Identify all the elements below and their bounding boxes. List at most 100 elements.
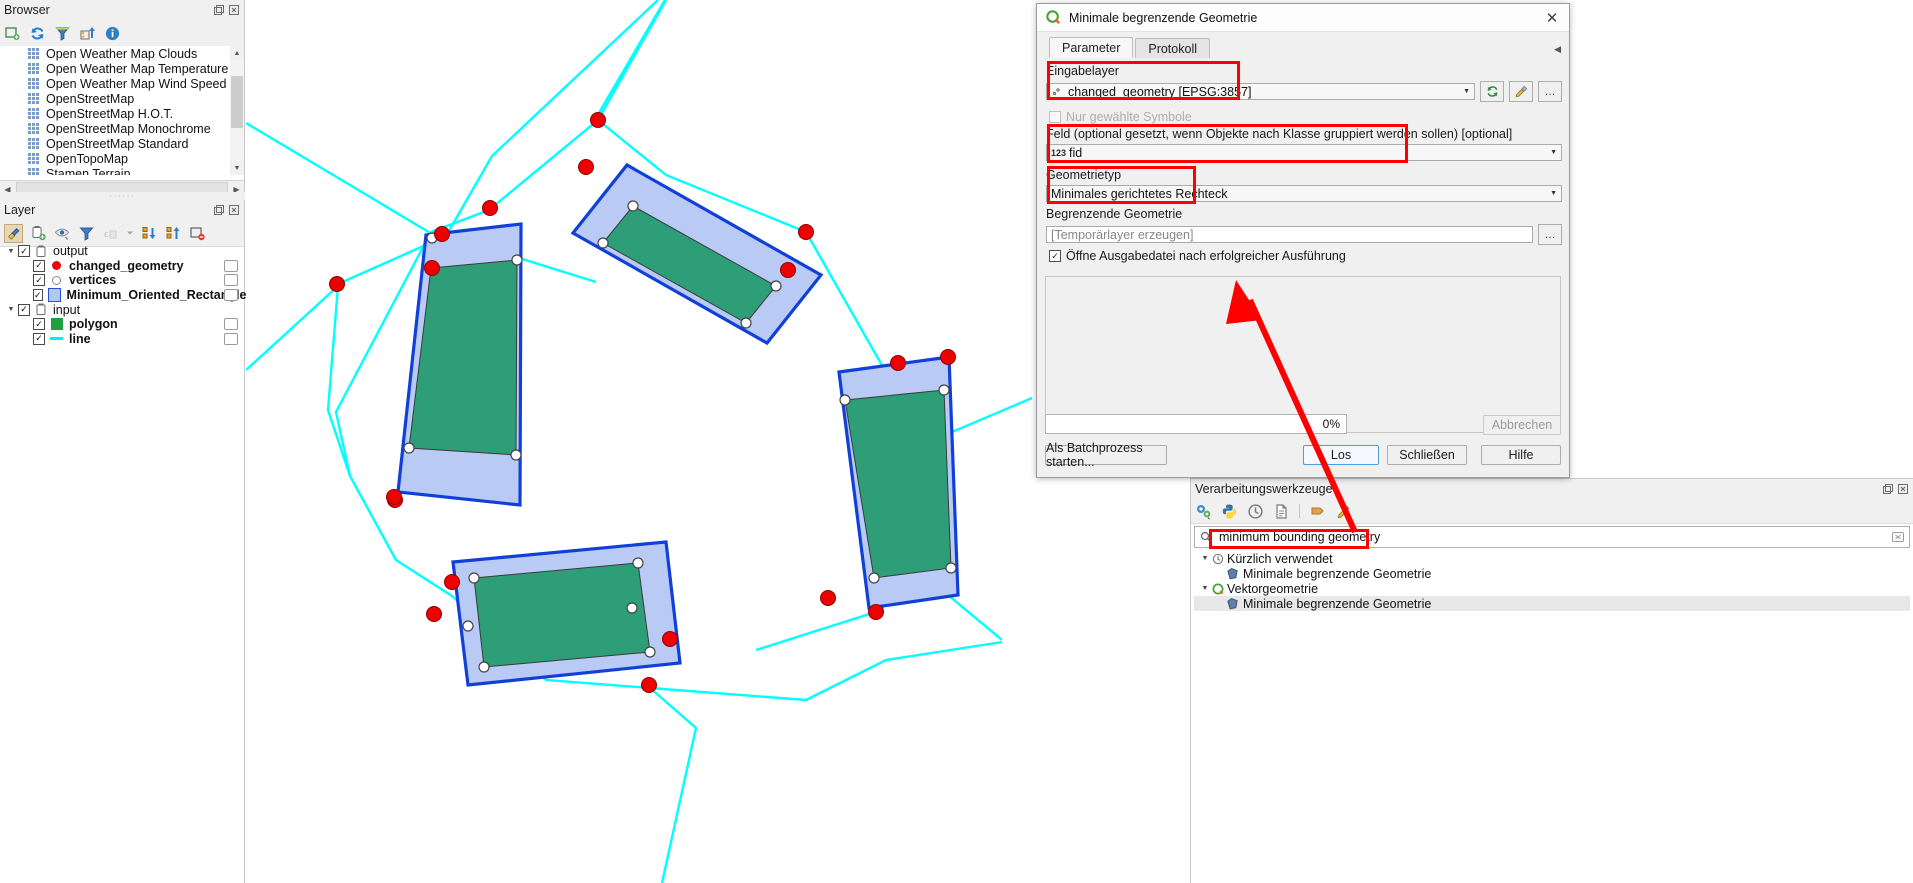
geometry-type-section: Geometrietyp Minimales gerichtetes Recht…	[1046, 168, 1562, 202]
chevron-down-icon[interactable]: ▼	[1198, 585, 1212, 592]
run-as-batch-button[interactable]: Als Batchprozess starten...	[1045, 441, 1167, 469]
open-output-row[interactable]: ✓ Öffne Ausgabedatei nach erfolgreicher …	[1049, 249, 1346, 263]
browser-item[interactable]: Stamen Terrain	[0, 166, 244, 175]
refresh-icon[interactable]	[29, 25, 46, 42]
run-button[interactable]: Los	[1303, 445, 1379, 465]
layer-edit-column	[224, 244, 238, 346]
layer-label: polygon	[69, 317, 118, 332]
layer-checkbox[interactable]: ✓	[33, 289, 43, 302]
edit-toggle-icon[interactable]	[224, 318, 238, 331]
layer-item-changed-geometry[interactable]: ✓ changed_geometry	[0, 259, 244, 274]
output-path-input[interactable]: [Temporärlayer erzeugen]	[1046, 226, 1533, 243]
browser-item[interactable]: OpenStreetMap	[0, 91, 244, 106]
edit-toggle-icon[interactable]	[224, 274, 238, 287]
layer-checkbox[interactable]: ✓	[33, 259, 45, 272]
chevron-down-icon[interactable]	[126, 225, 134, 242]
input-layer-combo[interactable]: changed_geometry [EPSG:3857] ▼	[1046, 83, 1475, 100]
layer-checkbox[interactable]: ✓	[33, 332, 45, 345]
panel-splitter[interactable]: ······	[0, 192, 245, 200]
collapse-all-icon[interactable]	[165, 225, 182, 242]
filter-legend-icon[interactable]	[78, 225, 95, 242]
clear-search-icon[interactable]	[1891, 530, 1905, 544]
layer-checkbox[interactable]: ✓	[33, 274, 45, 287]
advanced-options-icon[interactable]	[1509, 81, 1533, 102]
manage-visibility-icon[interactable]	[54, 225, 71, 242]
edit-toggle-icon[interactable]	[224, 259, 238, 272]
expand-all-icon[interactable]	[141, 225, 158, 242]
new-collection-icon[interactable]	[4, 25, 21, 42]
chevron-down-icon[interactable]: ▼	[1550, 149, 1557, 156]
processing-close-button[interactable]	[1897, 483, 1909, 495]
python-icon[interactable]	[1221, 503, 1238, 520]
browser-item[interactable]: Open Weather Map Clouds	[0, 46, 244, 61]
browser-item[interactable]: OpenStreetMap Standard	[0, 136, 244, 151]
models-icon[interactable]	[1195, 503, 1212, 520]
chevron-down-icon[interactable]: ▼	[1198, 555, 1212, 562]
processing-algorithm-item-selected[interactable]: Minimale begrenzende Geometrie	[1194, 596, 1910, 611]
processing-tree[interactable]: ▼ Kürzlich verwendet Minimale begrenzend…	[1194, 551, 1910, 611]
layer-checkbox[interactable]: ✓	[18, 245, 30, 258]
styling-panel-icon[interactable]	[4, 223, 23, 243]
chevron-down-icon[interactable]: ▼	[1463, 88, 1470, 95]
tab-parameter[interactable]: Parameter	[1049, 37, 1134, 58]
layer-item-minimum-oriented-rectangle[interactable]: ✓ Minimum_Oriented_Rectangle	[0, 288, 246, 303]
field-combo[interactable]: 123 fid ▼	[1046, 144, 1562, 161]
info-icon[interactable]	[104, 25, 121, 42]
close-icon[interactable]: ✕	[1539, 6, 1565, 30]
processing-group-recent[interactable]: ▼ Kürzlich verwendet	[1194, 551, 1910, 566]
processing-algorithm-item[interactable]: Minimale begrenzende Geometrie	[1194, 566, 1910, 581]
filter-icon[interactable]	[54, 25, 71, 42]
layer-float-button[interactable]	[213, 204, 225, 216]
add-layer-icon[interactable]	[79, 25, 96, 42]
edit-toggle-icon[interactable]	[224, 332, 238, 345]
layer-group-output[interactable]: ▼ ✓ output	[0, 244, 244, 259]
browser-item-label: OpenTopoMap	[46, 151, 129, 166]
history-icon[interactable]	[1247, 503, 1264, 520]
processing-group-vectorgeometry[interactable]: ▼ Vektorgeometrie	[1194, 581, 1910, 596]
results-icon[interactable]	[1273, 503, 1290, 520]
add-group-icon[interactable]	[30, 225, 47, 242]
processing-float-button[interactable]	[1882, 483, 1894, 495]
history-icon	[1212, 553, 1227, 565]
options-icon[interactable]	[1335, 503, 1352, 520]
xyz-tiles-icon	[28, 63, 41, 74]
edit-icon[interactable]	[1309, 503, 1326, 520]
help-button[interactable]: Hilfe	[1481, 445, 1561, 465]
browser-item[interactable]: OpenStreetMap H.O.T.	[0, 106, 244, 121]
collapse-panel-icon[interactable]: ◀	[1554, 44, 1561, 55]
refresh-layer-icon[interactable]	[1480, 81, 1504, 102]
open-output-checkbox[interactable]: ✓	[1049, 250, 1061, 262]
edit-toggle-icon[interactable]	[224, 289, 238, 302]
progress-bar: 0%	[1045, 414, 1347, 434]
scroll-down-icon[interactable]: ▼	[230, 161, 244, 175]
browser-close-button[interactable]	[228, 4, 240, 16]
scroll-thumb[interactable]	[231, 76, 243, 128]
layer-checkbox[interactable]: ✓	[33, 318, 45, 331]
tab-protokoll[interactable]: Protokoll	[1135, 38, 1210, 58]
processing-search-box[interactable]	[1194, 526, 1910, 548]
browse-ellipsis-icon[interactable]: …	[1538, 81, 1562, 102]
layer-close-button[interactable]	[228, 204, 240, 216]
layer-checkbox[interactable]: ✓	[18, 303, 30, 316]
layer-item-polygon[interactable]: ✓ polygon	[0, 317, 244, 332]
geometry-type-combo[interactable]: Minimales gerichtetes Rechteck ▼	[1046, 185, 1562, 202]
chevron-down-icon[interactable]: ▼	[1550, 190, 1557, 197]
scroll-up-icon[interactable]: ▲	[230, 46, 244, 60]
browse-output-button[interactable]: …	[1538, 224, 1562, 245]
close-button[interactable]: Schließen	[1387, 445, 1467, 465]
browser-item[interactable]: OpenTopoMap	[0, 151, 244, 166]
layer-tree[interactable]: ▼ ✓ output ✓ changed_geometry ✓ vertices…	[0, 244, 247, 347]
chevron-down-icon[interactable]: ▼	[4, 248, 18, 255]
remove-layer-icon[interactable]	[189, 225, 206, 242]
chevron-down-icon[interactable]: ▼	[4, 306, 18, 313]
browser-item[interactable]: Open Weather Map Temperature	[0, 61, 244, 76]
browser-float-button[interactable]	[213, 4, 225, 16]
layer-item-line[interactable]: ✓ line	[0, 332, 244, 347]
layer-item-vertices[interactable]: ✓ vertices	[0, 273, 244, 288]
browser-item[interactable]: OpenStreetMap Monochrome	[0, 121, 244, 136]
search-input[interactable]	[1217, 529, 1891, 545]
browser-tree[interactable]: Open Weather Map Clouds Open Weather Map…	[0, 46, 244, 175]
browser-item[interactable]: Open Weather Map Wind Speed	[0, 76, 244, 91]
browser-vertical-scrollbar[interactable]: ▲ ▼	[230, 46, 244, 175]
layer-group-input[interactable]: ▼ ✓ input	[0, 302, 244, 317]
